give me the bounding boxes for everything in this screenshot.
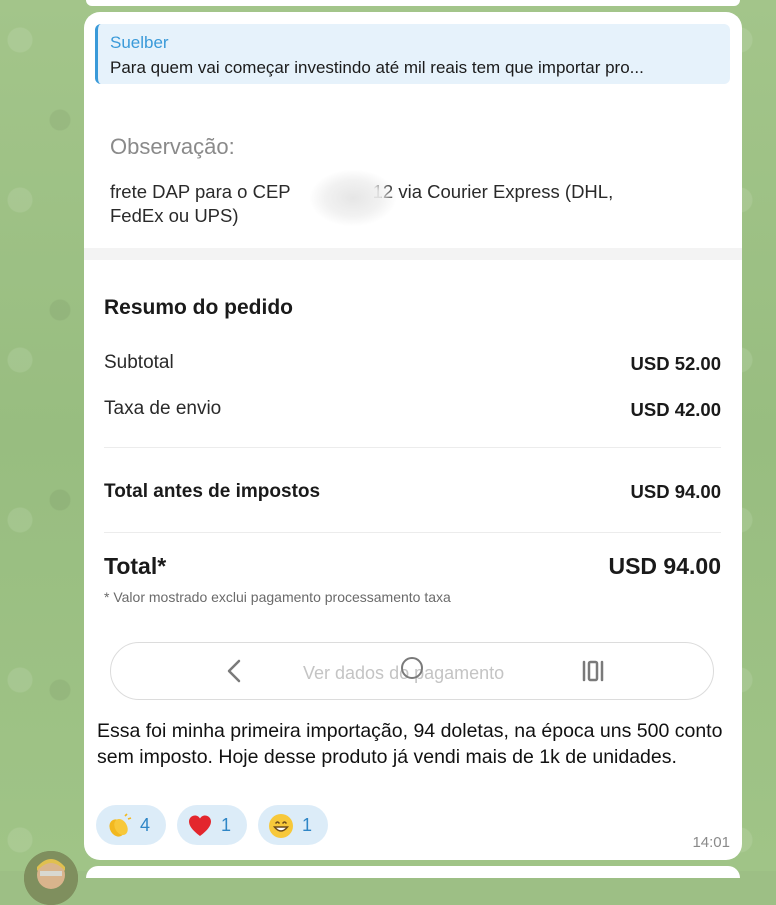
attached-screenshot[interactable]: Observação: frete DAP para o CEP 12 via C… xyxy=(84,96,742,716)
back-icon[interactable] xyxy=(223,657,247,685)
pretax-total-value: USD 94.00 xyxy=(630,481,722,502)
red-heart-icon xyxy=(189,815,211,836)
pretax-total-label: Total antes de impostos xyxy=(104,481,321,502)
grinning-face-icon xyxy=(269,814,293,838)
reaction-heart[interactable]: 1 xyxy=(177,805,247,845)
section-separator xyxy=(84,248,742,260)
previous-message-bubble[interactable] xyxy=(86,0,740,6)
shipping-value: USD 42.00 xyxy=(630,399,722,420)
next-message-bubble[interactable] xyxy=(86,866,740,878)
observation-text-before: frete DAP para o CEP xyxy=(110,181,291,202)
avatar-image xyxy=(24,851,78,905)
total-label: Total* xyxy=(104,553,167,579)
message-timestamp: 14:01 xyxy=(692,834,730,851)
observation-label: Observação: xyxy=(110,134,235,159)
reaction-count: 4 xyxy=(140,815,151,835)
home-icon[interactable] xyxy=(401,657,423,679)
subtotal-label: Subtotal xyxy=(104,352,174,373)
summary-divider xyxy=(104,447,721,448)
reaction-count: 1 xyxy=(221,815,232,835)
reaction-clap[interactable]: 4 xyxy=(96,805,166,845)
total-divider xyxy=(104,532,721,533)
summary-title: Resumo do pedido xyxy=(104,296,293,319)
navigation-bar: Ver dados do pagamento xyxy=(110,642,714,700)
message-text: Essa foi minha primeira importação, 94 d… xyxy=(97,720,723,768)
recents-icon[interactable] xyxy=(579,657,607,685)
reaction-grin[interactable]: 1 xyxy=(258,805,328,845)
avatar[interactable] xyxy=(24,851,78,905)
reaction-count: 1 xyxy=(302,815,313,835)
total-value: USD 94.00 xyxy=(608,553,721,579)
total-footnote: * Valor mostrado exclui pagamento proces… xyxy=(104,589,451,605)
reply-quote[interactable]: Suelber Para quem vai começar investindo… xyxy=(95,24,730,84)
shipping-label: Taxa de envio xyxy=(104,398,222,419)
reply-text: Para quem vai começar investindo até mil… xyxy=(110,58,644,77)
reply-author: Suelber xyxy=(110,33,169,52)
clapping-hands-icon xyxy=(109,813,132,837)
subtotal-value: USD 52.00 xyxy=(630,353,722,374)
redaction-blur xyxy=(310,170,396,226)
